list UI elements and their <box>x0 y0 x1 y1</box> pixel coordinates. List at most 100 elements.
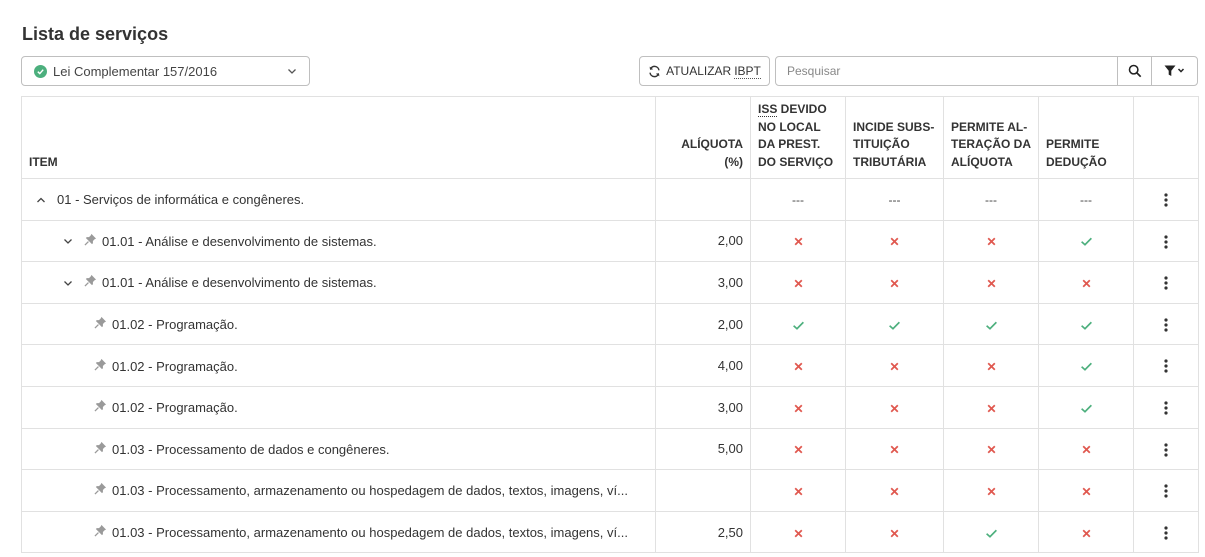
altera-aliquota-cell <box>943 344 1039 387</box>
substituicao-cell <box>845 385 944 429</box>
more-options-icon[interactable] <box>1164 399 1168 415</box>
column-header-deducao[interactable]: PERMITE DEDUÇÃO <box>1038 96 1134 179</box>
filter-button[interactable] <box>1151 57 1197 85</box>
item-label: 01.03 - Processamento de dados e congêne… <box>112 441 390 457</box>
check-icon <box>792 317 805 332</box>
check-icon <box>1080 317 1093 332</box>
cross-icon <box>986 233 997 248</box>
altera-aliquota-cell <box>943 469 1039 512</box>
check-icon <box>1080 358 1093 373</box>
altera-aliquota-cell <box>943 427 1039 471</box>
cross-icon <box>793 525 804 540</box>
pin-icon <box>94 524 107 537</box>
pin-icon <box>94 400 107 412</box>
chevron-up-icon[interactable] <box>36 196 46 204</box>
chevron-down-icon[interactable] <box>63 279 73 287</box>
pin-icon <box>94 441 107 454</box>
pin-icon <box>94 358 107 371</box>
iss-cell <box>750 302 846 346</box>
more-options-icon[interactable] <box>1164 275 1168 290</box>
pin-icon <box>94 316 107 329</box>
cross-icon <box>793 441 804 456</box>
cross-icon <box>793 483 804 498</box>
row-actions-cell <box>1133 344 1199 387</box>
deducao-cell <box>1038 219 1134 263</box>
item-label: 01.02 - Programação. <box>112 400 238 416</box>
substituicao-cell <box>845 510 944 554</box>
more-options-icon[interactable] <box>1164 524 1168 540</box>
item-cell: 01.01 - Análise e desenvolvimento de sis… <box>21 261 656 304</box>
more-options-icon[interactable] <box>1164 316 1168 332</box>
filter-icon <box>1164 65 1184 76</box>
aliquota-cell: 3,00 <box>655 261 751 304</box>
column-header-iss[interactable]: ISS DEVIDO NO LOCAL DA PREST. DO SERVIÇO <box>750 96 846 179</box>
empty-value: --- <box>792 192 804 207</box>
row-actions-cell <box>1133 178 1199 221</box>
page-title: Lista de serviços <box>22 24 169 44</box>
substituicao-cell <box>845 427 944 471</box>
more-options-icon[interactable] <box>1164 483 1168 498</box>
column-header-aliquota[interactable]: ALÍQUOTA (%) <box>655 96 751 179</box>
law-select[interactable]: Lei Complementar 157/2016 <box>21 56 310 86</box>
cross-icon <box>889 400 900 415</box>
more-options-icon[interactable] <box>1164 233 1168 249</box>
item-label: 01.01 - Análise e desenvolvimento de sis… <box>102 275 377 291</box>
item-label: 01 - Serviços de informática e congênere… <box>57 192 305 208</box>
ibpt-abbr: IBPT <box>734 63 761 79</box>
check-icon <box>888 317 901 332</box>
empty-value: --- <box>985 192 997 207</box>
cross-icon <box>986 400 997 415</box>
row-actions-cell <box>1133 261 1199 304</box>
altera-aliquota-cell <box>943 302 1039 346</box>
more-options-icon[interactable] <box>1164 441 1168 457</box>
pin-icon <box>84 233 97 246</box>
cross-icon <box>1081 275 1092 290</box>
cross-icon <box>889 441 900 456</box>
column-header-substituicao[interactable]: INCIDE SUBS-TITUIÇÃO TRIBUTÁRIA <box>845 96 944 179</box>
check-icon <box>985 525 998 540</box>
altera-aliquota-cell <box>943 219 1039 263</box>
item-cell: 01.02 - Programação. <box>21 344 656 387</box>
chevron-down-icon <box>288 69 296 74</box>
check-icon <box>1080 400 1093 415</box>
column-header-altera-aliquota[interactable]: PERMITE AL-TERAÇÃO DA ALÍQUOTA <box>943 96 1039 179</box>
iss-cell <box>750 385 846 429</box>
deducao-cell <box>1038 302 1134 346</box>
cross-icon <box>889 525 900 540</box>
search-input[interactable] <box>776 57 1117 85</box>
row-actions-cell <box>1133 385 1199 429</box>
check-icon <box>985 317 998 332</box>
item-label: 01.03 - Processamento, armazenamento ou … <box>112 483 628 499</box>
table-row: 01 - Serviços de informática e congênere… <box>21 178 1199 221</box>
item-cell: 01.03 - Processamento, armazenamento ou … <box>21 469 656 512</box>
altera-aliquota-cell <box>943 261 1039 304</box>
iss-cell <box>750 261 846 304</box>
cross-icon <box>986 275 997 290</box>
substituicao-cell <box>845 219 944 263</box>
aliquota-cell <box>655 469 751 512</box>
search-button[interactable] <box>1117 57 1151 85</box>
row-actions-cell <box>1133 219 1199 263</box>
substituicao-cell: --- <box>845 178 944 221</box>
more-options-icon[interactable] <box>1164 358 1168 374</box>
table-row: 01.03 - Processamento, armazenamento ou … <box>21 469 1199 512</box>
deducao-cell <box>1038 510 1134 554</box>
row-actions-cell <box>1133 302 1199 346</box>
item-label: 01.02 - Programação. <box>112 317 238 333</box>
aliquota-cell: 2,00 <box>655 302 751 346</box>
update-ibpt-label: ATUALIZAR <box>666 64 732 78</box>
column-header-item[interactable]: ITEM <box>21 96 656 179</box>
cross-icon <box>986 441 997 456</box>
deducao-cell <box>1038 261 1134 304</box>
table-row: 01.01 - Análise e desenvolvimento de sis… <box>21 219 1199 263</box>
more-options-icon[interactable] <box>1164 192 1168 207</box>
update-ibpt-button[interactable]: ATUALIZAR IBPT <box>639 56 770 86</box>
aliquota-cell: 2,00 <box>655 219 751 263</box>
chevron-down-icon[interactable] <box>63 237 73 245</box>
deducao-cell <box>1038 385 1134 429</box>
check-icon <box>1080 233 1093 248</box>
cross-icon <box>889 233 900 248</box>
row-actions-cell <box>1133 427 1199 471</box>
item-cell: 01.02 - Programação. <box>21 302 656 346</box>
services-table: ITEM ALÍQUOTA (%) ISS DEVIDO NO LOCAL DA… <box>21 96 1199 554</box>
